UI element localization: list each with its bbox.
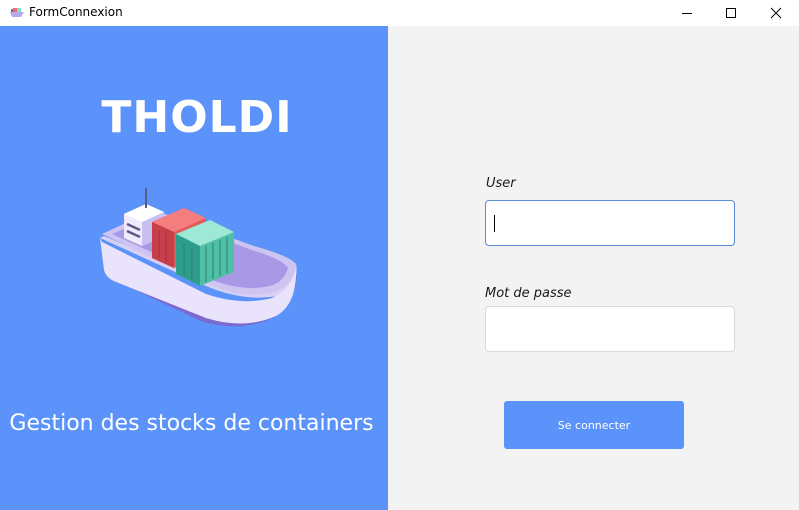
password-input[interactable] <box>486 307 734 351</box>
window-title: FormConnexion <box>29 5 123 19</box>
text-caret <box>494 215 495 232</box>
branding-panel: THOLDI Gestion des stocks de containers <box>0 26 388 510</box>
close-icon <box>770 7 782 19</box>
ship-app-icon <box>8 4 26 20</box>
app-subtitle: Gestion des stocks de containers <box>9 411 374 436</box>
close-button[interactable] <box>753 0 799 26</box>
cargo-ship-icon <box>100 188 297 327</box>
user-field[interactable] <box>485 200 735 246</box>
minimize-button[interactable] <box>664 0 710 26</box>
login-window: FormConnexion THOLDI Gestion des stocks … <box>0 0 799 510</box>
maximize-button[interactable] <box>708 0 754 26</box>
password-label: Mot de passe <box>485 286 572 301</box>
maximize-icon <box>726 8 736 18</box>
user-label: User <box>486 176 516 191</box>
title-bar[interactable]: FormConnexion <box>0 0 799 26</box>
user-input[interactable] <box>486 201 734 245</box>
password-field[interactable] <box>485 306 735 352</box>
connect-button[interactable]: Se connecter <box>504 401 684 449</box>
app-title: THOLDI <box>101 92 293 143</box>
minimize-icon <box>682 13 692 14</box>
login-form: User Mot de passe Se connecter <box>388 26 799 510</box>
